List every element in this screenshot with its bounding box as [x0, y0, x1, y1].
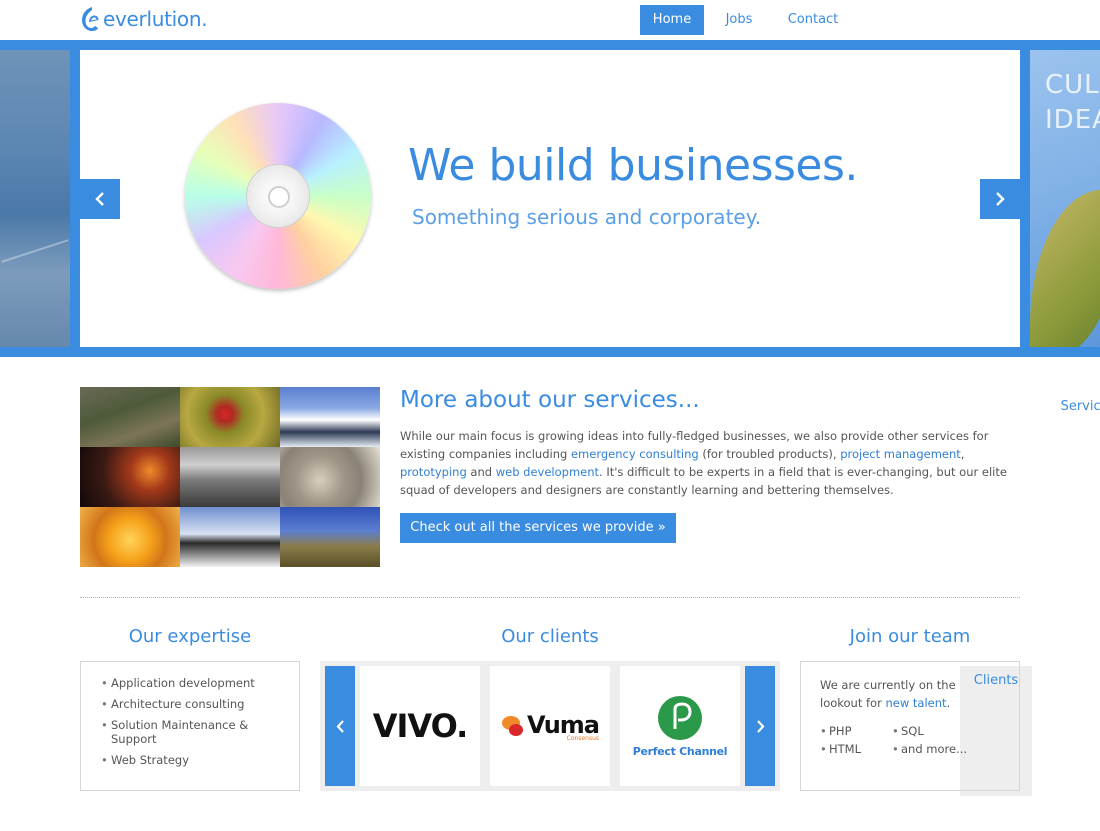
clients-heading: Our clients [501, 626, 599, 647]
leaf-graphic [1030, 190, 1100, 347]
link-web-development[interactable]: web development [496, 465, 599, 479]
vuma-bubble-icon [501, 716, 523, 736]
slider-prev-button[interactable] [80, 179, 120, 219]
clients-carousel: VIVO. Vuma Consensus Perfect Channel [320, 661, 780, 791]
vuma-logo-subtext: Consensus [566, 734, 599, 742]
cd-disc-image [185, 103, 371, 289]
skills-list: PHP SQL HTML and more... [820, 722, 1001, 758]
hero-subtitle: Something serious and corporatey. [412, 205, 762, 229]
photo-tile-dogs [180, 507, 280, 567]
nav-jobs[interactable]: Jobs [704, 5, 774, 35]
expertise-item: Solution Maintenance & Support [101, 718, 289, 746]
team-heading: Join our team [849, 626, 971, 647]
services-text: and [466, 465, 496, 479]
logo[interactable]: everlution. [80, 5, 208, 33]
clients-prev-button[interactable] [325, 666, 355, 786]
team-intro: We are currently on the lookout for new … [820, 676, 1001, 712]
current-slide: We build businesses. Something serious a… [80, 50, 1020, 347]
logo-text: everlution. [103, 7, 208, 31]
services-text: (for troubled products), [698, 447, 841, 461]
client-logo-vivo[interactable]: VIVO. [360, 666, 480, 786]
team-box: We are currently on the lookout for new … [800, 661, 1020, 791]
skill-item: HTML [820, 740, 892, 758]
main-nav: Home Services Clients Jobs Contact [640, 5, 1100, 796]
expertise-item: Application development [101, 676, 289, 690]
chevron-left-icon [95, 192, 104, 206]
link-emergency-consulting[interactable]: emergency consulting [571, 447, 699, 461]
nav-services[interactable]: Services [1040, 392, 1100, 422]
link-project-management[interactable]: project management [840, 447, 961, 461]
new-talent-link[interactable]: new talent [885, 696, 946, 710]
vuma-logo-words: Vuma Consensus [527, 711, 600, 742]
next-slide-preview[interactable]: CULIDEA [1030, 50, 1100, 347]
client-logo-vuma[interactable]: Vuma Consensus [490, 666, 610, 786]
client-logo-perfect-channel[interactable]: Perfect Channel [620, 666, 740, 786]
expertise-heading: Our expertise [128, 626, 252, 647]
vuma-logo: Vuma Consensus [501, 711, 600, 742]
hero-title: We build businesses. [408, 140, 858, 191]
perfect-channel-logo-text: Perfect Channel [632, 744, 728, 758]
photo-tile-fire [80, 447, 180, 507]
skill-item: SQL [892, 722, 992, 740]
clients-next-button[interactable] [745, 666, 775, 786]
chevron-right-icon [756, 719, 764, 733]
photo-tile-snowy-forest [280, 387, 380, 447]
slider-next-button[interactable] [980, 179, 1020, 219]
chevron-left-icon [336, 719, 344, 733]
nav-contact[interactable]: Contact [774, 5, 852, 35]
all-services-button[interactable]: Check out all the services we provide » [400, 513, 676, 543]
photo-tile-castle [80, 387, 180, 447]
chevron-right-icon [996, 192, 1005, 206]
nav-home[interactable]: Home [640, 5, 704, 35]
photo-mosaic [80, 387, 380, 567]
photo-tile-yellow-flower [80, 507, 180, 567]
skill-item: and more... [892, 740, 992, 758]
photo-tile-mountains [280, 507, 380, 567]
expertise-item: Architecture consulting [101, 697, 289, 711]
section-divider [80, 597, 1020, 598]
services-text: , [960, 447, 965, 461]
pier-rail-graphic [1, 239, 69, 263]
logo-mark-icon [82, 7, 99, 31]
site-header: everlution. Home Services Clients Jobs C… [0, 0, 1100, 796]
services-heading: More about our services... [400, 387, 700, 413]
services-section: More about our services... While our mai… [400, 387, 1020, 543]
perfect-channel-logo-icon [658, 695, 702, 740]
cd-hole [268, 186, 290, 208]
link-prototyping[interactable]: prototyping [400, 465, 467, 479]
team-intro-end: . [946, 696, 951, 710]
services-paragraph: While our main focus is growing ideas in… [400, 427, 1020, 499]
hero-slider: We build businesses. Something serious a… [0, 40, 1100, 357]
expertise-box: Application development Architecture con… [80, 661, 300, 791]
expertise-item: Web Strategy [101, 753, 289, 767]
photo-tile-flower [180, 387, 280, 447]
previous-slide-preview[interactable] [0, 50, 70, 347]
cd-center [246, 164, 310, 228]
photo-tile-cat [280, 447, 380, 507]
next-slide-text: CULIDEA [1045, 70, 1100, 135]
vivo-logo-text: VIVO. [372, 707, 469, 745]
photo-tile-pier [180, 447, 280, 507]
skill-item: PHP [820, 722, 892, 740]
